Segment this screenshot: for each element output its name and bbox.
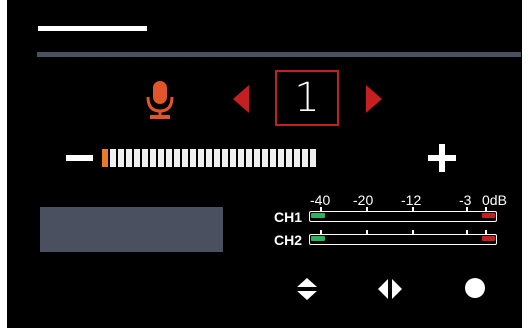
ch1-level-meter: [309, 207, 497, 222]
level-segment: [310, 149, 316, 167]
level-segment: [262, 149, 268, 167]
level-segment: [286, 149, 292, 167]
level-segment: [230, 149, 236, 167]
level-segment: [126, 149, 132, 167]
ch2-meter-peak: [482, 236, 495, 241]
level-segment: [238, 149, 244, 167]
ch1-meter-peak: [482, 213, 495, 218]
gain-level-bar[interactable]: [102, 149, 316, 167]
microphone-icon[interactable]: [143, 80, 177, 120]
level-segment: [134, 149, 140, 167]
level-segment: [150, 149, 156, 167]
level-segment: [214, 149, 220, 167]
info-panel: [40, 207, 223, 252]
triangle-right-icon: [366, 85, 382, 113]
level-segment: [294, 149, 300, 167]
left-right-arrows-icon[interactable]: [377, 277, 403, 301]
level-segment: [222, 149, 228, 167]
header-divider: [37, 52, 521, 57]
channel-number-display: 1: [275, 70, 339, 126]
level-segment: [102, 149, 108, 167]
level-segment: [182, 149, 188, 167]
level-segment: [198, 149, 204, 167]
up-down-arrows-icon[interactable]: [296, 277, 318, 301]
scale-label-minus3: -3: [459, 192, 472, 208]
ch1-label: CH1: [274, 209, 303, 225]
level-segment: [246, 149, 252, 167]
level-segment: [302, 149, 308, 167]
record-circle-icon[interactable]: [465, 278, 485, 298]
scale-label-minus20: -20: [353, 192, 374, 208]
level-segment: [110, 149, 116, 167]
triangle-left-icon: [233, 85, 249, 113]
level-segment: [158, 149, 164, 167]
minus-icon[interactable]: [66, 155, 93, 161]
next-channel-button[interactable]: [365, 84, 383, 114]
ch2-meter-green: [311, 236, 325, 241]
scale-label-minus12: -12: [401, 192, 422, 208]
level-segment: [190, 149, 196, 167]
level-segment: [254, 149, 260, 167]
ch2-label: CH2: [274, 232, 303, 248]
scale-label-minus40: -40: [310, 192, 331, 208]
level-segment: [278, 149, 284, 167]
ch1-meter-green: [311, 213, 325, 218]
level-segment: [142, 149, 148, 167]
level-segment: [270, 149, 276, 167]
level-segment: [206, 149, 212, 167]
ch2-level-meter: [309, 230, 497, 245]
device-screen: 1 -40 -20 -12 -3 0dB CH1 CH2: [7, 0, 522, 328]
level-segment: [166, 149, 172, 167]
title-bar: [38, 26, 147, 31]
level-segment: [118, 149, 124, 167]
channel-number: 1: [294, 75, 320, 121]
level-segment: [174, 149, 180, 167]
previous-channel-button[interactable]: [232, 84, 250, 114]
scale-label-0db: 0dB: [482, 192, 507, 208]
